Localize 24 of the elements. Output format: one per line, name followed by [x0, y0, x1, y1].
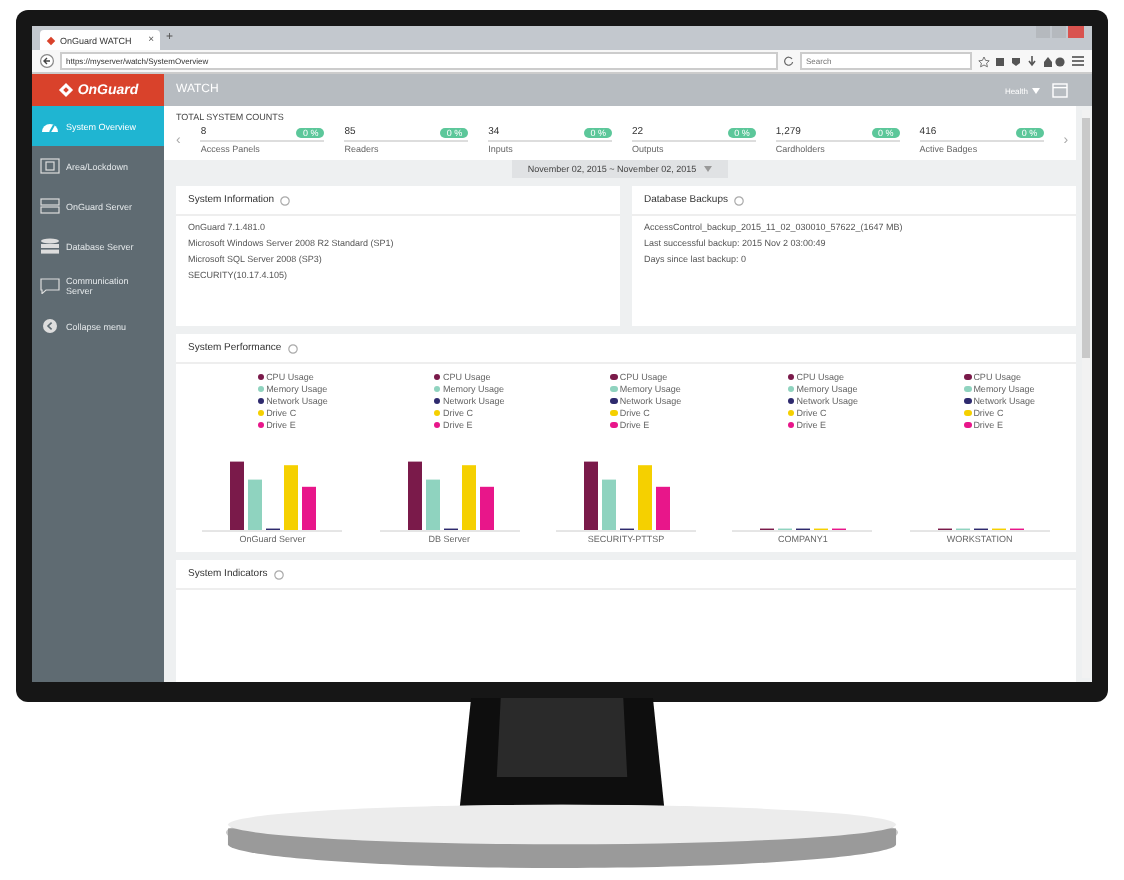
- scroll-thumb[interactable]: [1082, 118, 1090, 358]
- diamond-logo-icon: [57, 82, 74, 98]
- diamond-icon: [46, 35, 56, 45]
- info-icon: [273, 569, 284, 579]
- caret-icon: [704, 166, 713, 172]
- bar-chart-drawing: [379, 460, 520, 532]
- info-icon: [733, 195, 744, 205]
- collapse-icon: [40, 318, 60, 334]
- grid-icon: [40, 158, 60, 174]
- menu-icon: [1072, 56, 1084, 66]
- bar-chart-drawing: [202, 460, 343, 532]
- gauge-icon: [40, 118, 60, 134]
- scrollbar[interactable]: [1082, 110, 1090, 679]
- calendar-icon: [1052, 82, 1068, 98]
- window-controls-icon: [1036, 26, 1084, 38]
- database-icon: [40, 238, 60, 254]
- server-icon: [40, 198, 60, 214]
- toolbar-icons: [978, 55, 1066, 67]
- info-icon: [287, 343, 298, 353]
- reload-icon: [784, 56, 794, 66]
- caret-icon: [1032, 87, 1040, 93]
- chat-icon: [40, 278, 60, 294]
- info-icon: [280, 195, 291, 205]
- bar-chart-drawing: [556, 460, 697, 532]
